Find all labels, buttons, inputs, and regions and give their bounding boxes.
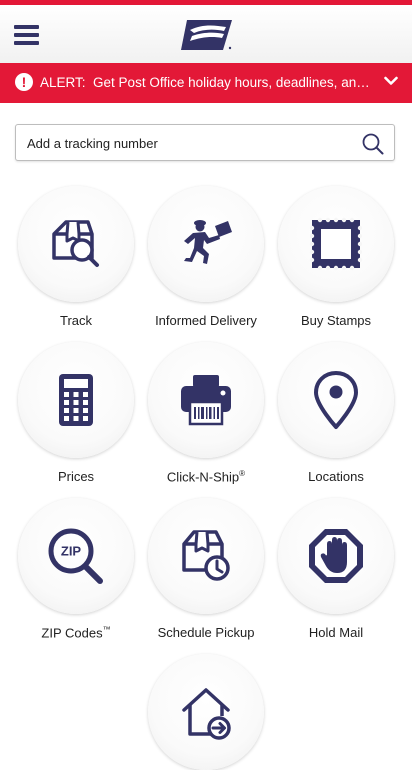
package-search-icon [52,220,99,267]
tile-zip-codes[interactable]: ZIP ZIP Codes™ [11,498,141,640]
tile-prices-label: Prices [57,469,95,484]
svg-text:ZIP: ZIP [61,544,82,559]
printer-icon [181,375,231,426]
tile-hold-mail-label: Hold Mail [308,625,364,640]
trademark-mark: ™ [102,625,111,634]
tile-locations[interactable]: Locations [271,342,401,484]
tile-schedule-pickup-circle[interactable] [148,498,264,614]
tile-zip-codes-circle[interactable]: ZIP [18,498,134,614]
location-pin-icon [314,371,358,429]
registered-mark: ® [239,469,246,478]
package-clock-icon [182,530,230,581]
tile-hold-mail[interactable]: Hold Mail [271,498,401,640]
tile-informed-delivery-label: Informed Delivery [155,313,257,328]
tile-zip-codes-label: ZIP Codes™ [11,625,141,640]
tile-buy-stamps[interactable]: Buy Stamps [271,186,401,328]
tile-click-n-ship-text: Click-N-Ship [166,469,240,485]
tracking-number-input[interactable] [25,129,349,158]
alert-banner[interactable]: ! ALERT: Get Post Office holiday hours, … [0,63,412,103]
tile-track-circle[interactable] [18,186,134,302]
calculator-icon [59,374,93,426]
hamburger-menu-icon[interactable] [14,25,40,45]
exclamation-circle-icon: ! [15,73,33,91]
house-arrow-icon [182,688,231,740]
tile-prices[interactable]: Prices [11,342,141,484]
alert-text: ALERT: Get Post Office holiday hours, de… [40,75,372,90]
tile-schedule-pickup-label: Schedule Pickup [157,625,255,640]
tile-locations-circle[interactable] [278,342,394,458]
hand-stop-icon [309,529,363,583]
tile-buy-stamps-circle[interactable] [278,186,394,302]
tile-click-n-ship[interactable]: Click-N-Ship® [141,342,271,484]
tile-change-address-circle[interactable] [148,654,264,770]
tile-informed-delivery-circle[interactable] [148,186,264,302]
tile-informed-delivery[interactable]: Informed Delivery [141,186,271,328]
tile-hold-mail-circle[interactable] [278,498,394,614]
tile-buy-stamps-label: Buy Stamps [300,313,372,328]
mail-carrier-icon [184,220,232,264]
tile-click-n-ship-label: Click-N-Ship® [141,469,271,484]
tile-schedule-pickup[interactable]: Schedule Pickup [141,498,271,640]
tile-track-label: Track [59,313,93,328]
tile-change-address[interactable] [141,654,271,770]
search-icon[interactable] [362,133,384,155]
alert-message: Get Post Office holiday hours, deadlines… [93,75,372,90]
tracking-search-box[interactable] [15,124,395,161]
tile-locations-label: Locations [308,469,364,484]
app-header [0,5,412,64]
tile-track[interactable]: Track [11,186,141,328]
zip-magnifier-icon: ZIP [48,528,103,584]
usps-logo-icon[interactable] [180,18,234,52]
tile-prices-circle[interactable] [18,342,134,458]
alert-label: ALERT: [40,75,86,90]
tile-zip-codes-text: ZIP Codes [41,625,103,641]
stamp-icon [309,217,363,271]
tile-click-n-ship-circle[interactable] [148,342,264,458]
chevron-down-icon[interactable] [384,76,398,86]
